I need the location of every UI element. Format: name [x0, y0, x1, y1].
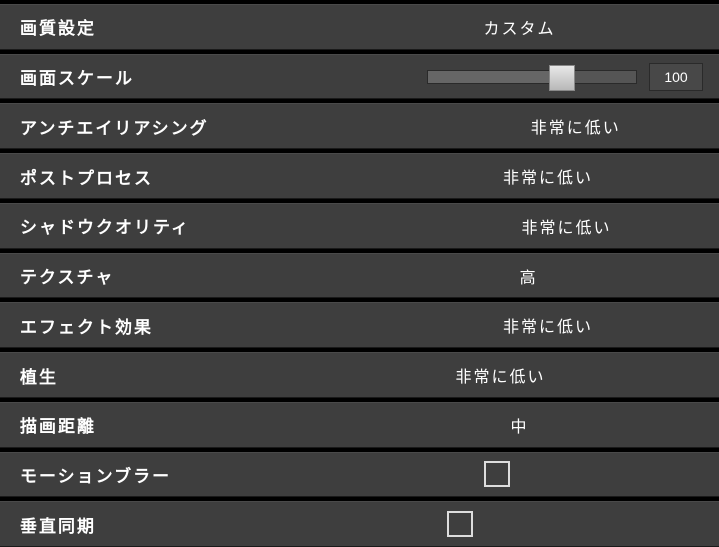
foliage-value[interactable]: 非常に低い	[455, 363, 545, 387]
scale-slider-fill	[428, 71, 553, 83]
quality-preset-row[interactable]: 画質設定 カスタム	[0, 4, 719, 50]
texture-label: テクスチャ	[20, 263, 114, 288]
quality-label: 画質設定	[20, 14, 96, 39]
scale-row: 画面スケール 100	[0, 54, 719, 100]
postprocess-label: ポストプロセス	[20, 164, 153, 189]
antialiasing-value[interactable]: 非常に低い	[531, 114, 621, 138]
scale-slider-thumb[interactable]	[549, 65, 575, 91]
effect-value[interactable]: 非常に低い	[503, 313, 593, 337]
texture-row[interactable]: テクスチャ 高	[0, 253, 719, 299]
quality-value[interactable]: カスタム	[483, 15, 555, 39]
postprocess-row[interactable]: ポストプロセス 非常に低い	[0, 153, 719, 199]
drawdistance-row[interactable]: 描画距離 中	[0, 402, 719, 448]
motionblur-row[interactable]: モーションブラー	[0, 452, 719, 498]
antialiasing-row[interactable]: アンチエイリアシング 非常に低い	[0, 103, 719, 149]
postprocess-value[interactable]: 非常に低い	[503, 164, 593, 188]
foliage-row[interactable]: 植生 非常に低い	[0, 352, 719, 398]
shadow-value[interactable]: 非常に低い	[521, 214, 611, 238]
scale-slider[interactable]	[427, 70, 637, 84]
shadow-row[interactable]: シャドウクオリティ 非常に低い	[0, 203, 719, 249]
drawdistance-label: 描画距離	[20, 412, 96, 437]
motionblur-checkbox[interactable]	[484, 461, 510, 487]
texture-value[interactable]: 高	[520, 264, 538, 288]
effect-row[interactable]: エフェクト効果 非常に低い	[0, 302, 719, 348]
graphics-settings-panel: 画質設定 カスタム 画面スケール 100 アンチエイリアシング 非常に低い ポス…	[0, 0, 719, 547]
foliage-label: 植生	[20, 363, 58, 388]
scale-label: 画面スケール	[20, 64, 134, 89]
antialiasing-label: アンチエイリアシング	[20, 114, 209, 139]
vsync-label: 垂直同期	[20, 512, 96, 537]
vsync-checkbox[interactable]	[447, 511, 473, 537]
effect-label: エフェクト効果	[20, 313, 153, 338]
shadow-label: シャドウクオリティ	[20, 213, 190, 238]
vsync-row[interactable]: 垂直同期	[0, 501, 719, 547]
scale-control-area: 100	[134, 63, 703, 91]
scale-value-box[interactable]: 100	[649, 63, 703, 91]
motionblur-label: モーションブラー	[20, 462, 171, 487]
drawdistance-value[interactable]: 中	[510, 413, 528, 437]
scale-value: 100	[664, 69, 687, 85]
